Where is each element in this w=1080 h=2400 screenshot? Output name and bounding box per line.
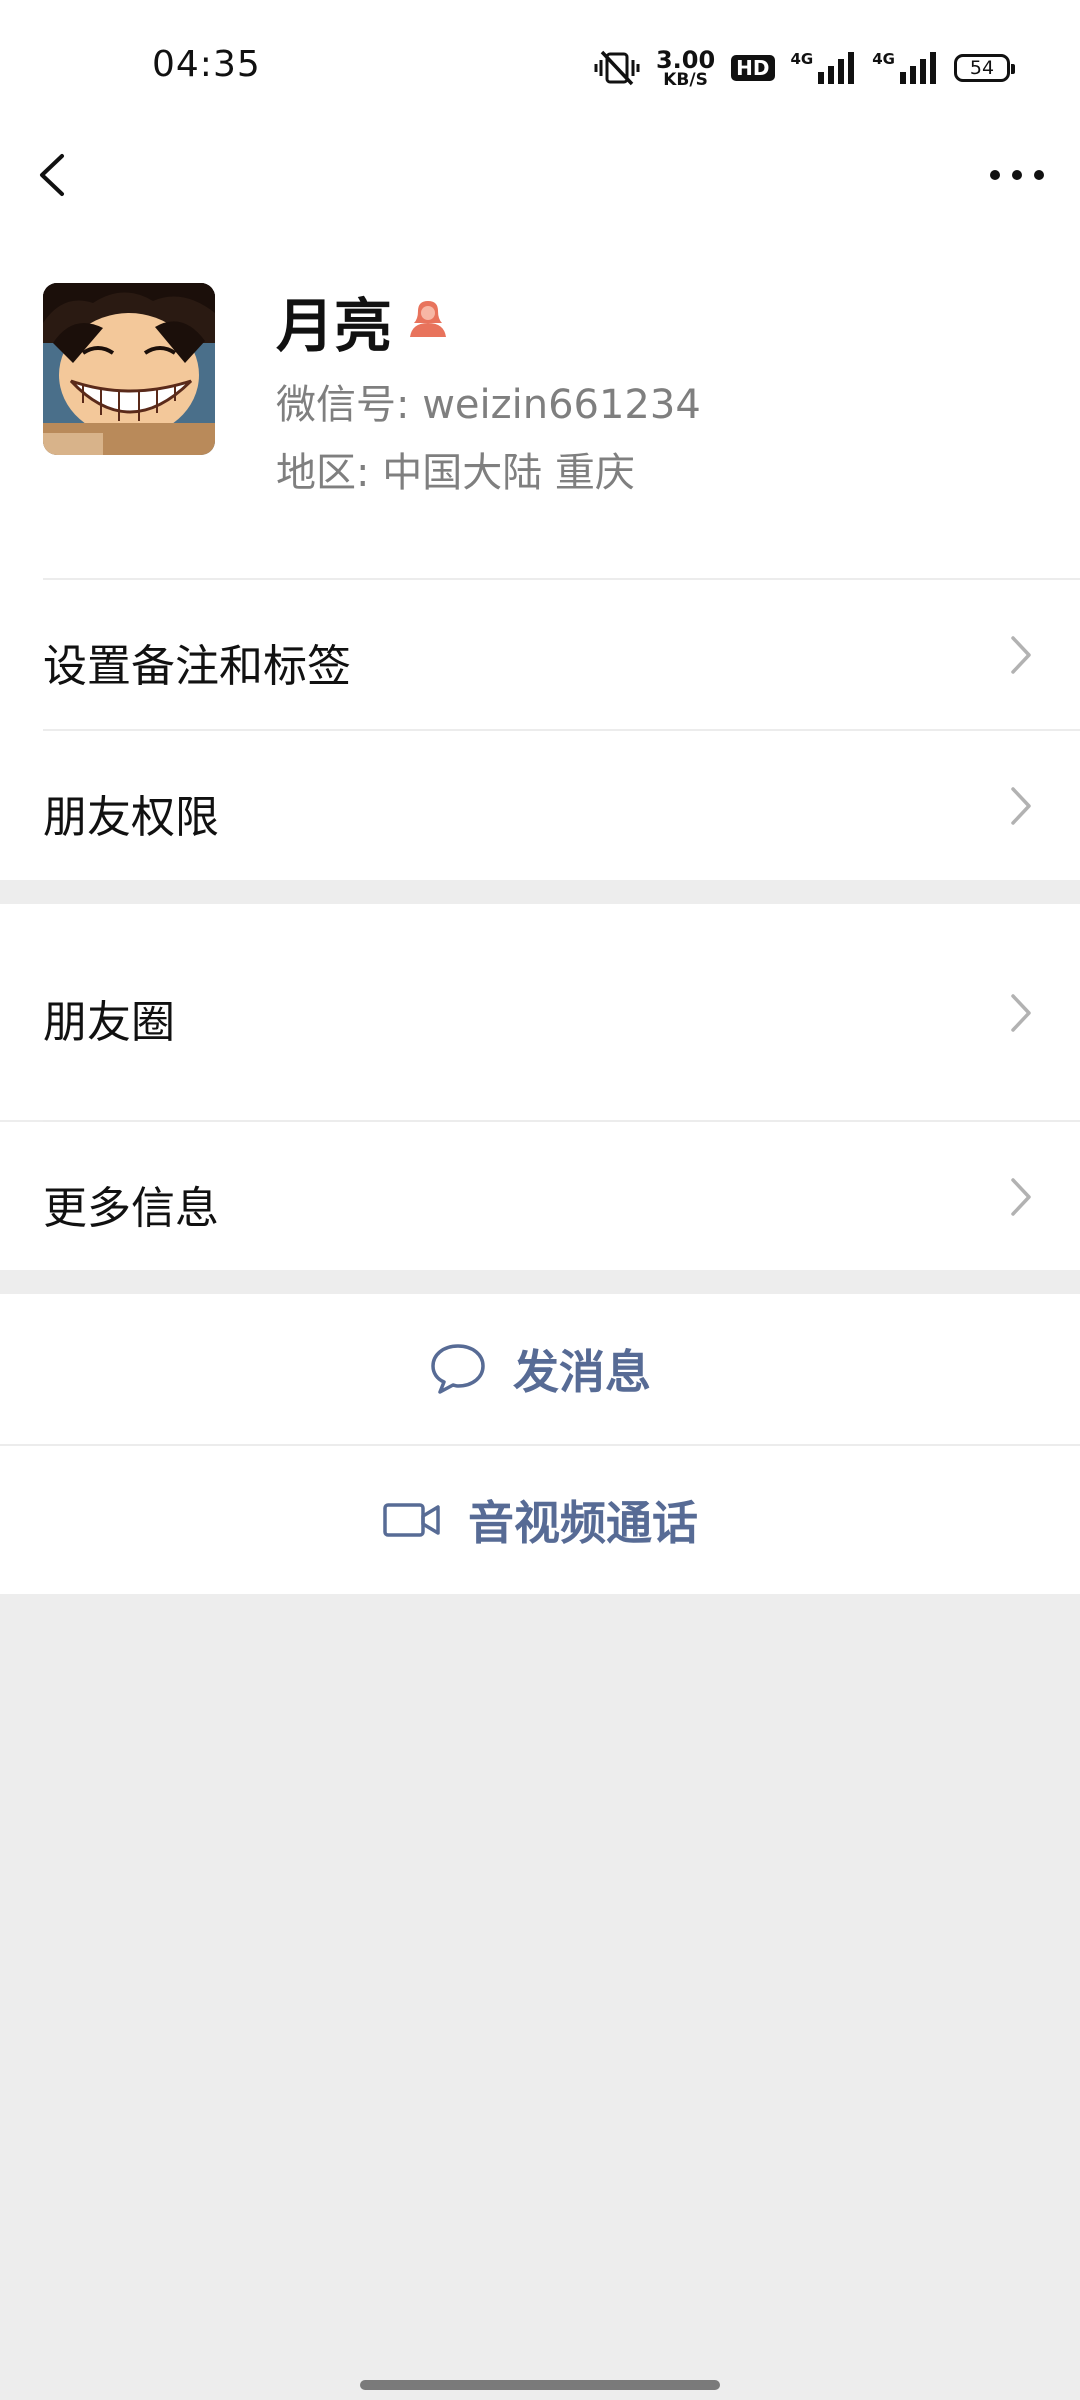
nickname-row: 月亮 <box>276 280 450 362</box>
nickname: 月亮 <box>276 292 393 360</box>
send-message-label: 发消息 <box>513 1345 651 1399</box>
video-camera-icon <box>383 1503 440 1537</box>
row-friend-permissions[interactable]: 朋友权限 <box>0 731 1080 880</box>
hd-badge: HD <box>731 55 775 81</box>
ellipsis-icon <box>990 170 1044 180</box>
chevron-right-icon <box>1011 1178 1031 1216</box>
wechat-id: 微信号: weizin661234 <box>276 382 701 428</box>
home-indicator[interactable] <box>360 2380 720 2390</box>
region: 地区: 中国大陆 重庆 <box>276 450 635 496</box>
more-button[interactable] <box>982 150 1052 200</box>
signal-icon-2: 4G <box>872 50 938 86</box>
female-person-icon <box>406 297 450 345</box>
chevron-right-icon <box>1011 787 1031 825</box>
chevron-left-icon <box>40 154 64 196</box>
chevron-right-icon <box>1011 994 1031 1032</box>
row-remark-tags[interactable]: 设置备注和标签 <box>0 580 1080 730</box>
vibrate-mute-icon <box>594 50 640 86</box>
video-call-label: 音视频通话 <box>468 1496 698 1550</box>
signal-icon-1: 4G <box>791 50 857 86</box>
avatar[interactable] <box>43 283 215 455</box>
row-label: 朋友圈 <box>43 997 175 1048</box>
send-message-button[interactable]: 发消息 <box>0 1294 1080 1444</box>
chevron-right-icon <box>1011 636 1031 674</box>
back-button[interactable] <box>28 140 84 210</box>
battery-icon: 54 <box>954 54 1015 82</box>
video-call-button[interactable]: 音视频通话 <box>0 1446 1080 1594</box>
row-more-info[interactable]: 更多信息 <box>0 1122 1080 1270</box>
net-speed: 3.00 KB/S <box>655 45 716 90</box>
row-moments[interactable]: 朋友圈 <box>0 904 1080 1120</box>
status-time: 04:35 <box>152 44 261 85</box>
chat-bubble-icon <box>431 1344 485 1394</box>
row-label: 朋友权限 <box>43 792 219 843</box>
status-icons: 3.00 KB/S HD 4G 4G 54 <box>594 45 1015 90</box>
status-bar: 04:35 3.00 KB/S HD 4G 4G 54 <box>0 0 1080 136</box>
row-label: 更多信息 <box>43 1183 219 1234</box>
row-label: 设置备注和标签 <box>43 641 351 692</box>
